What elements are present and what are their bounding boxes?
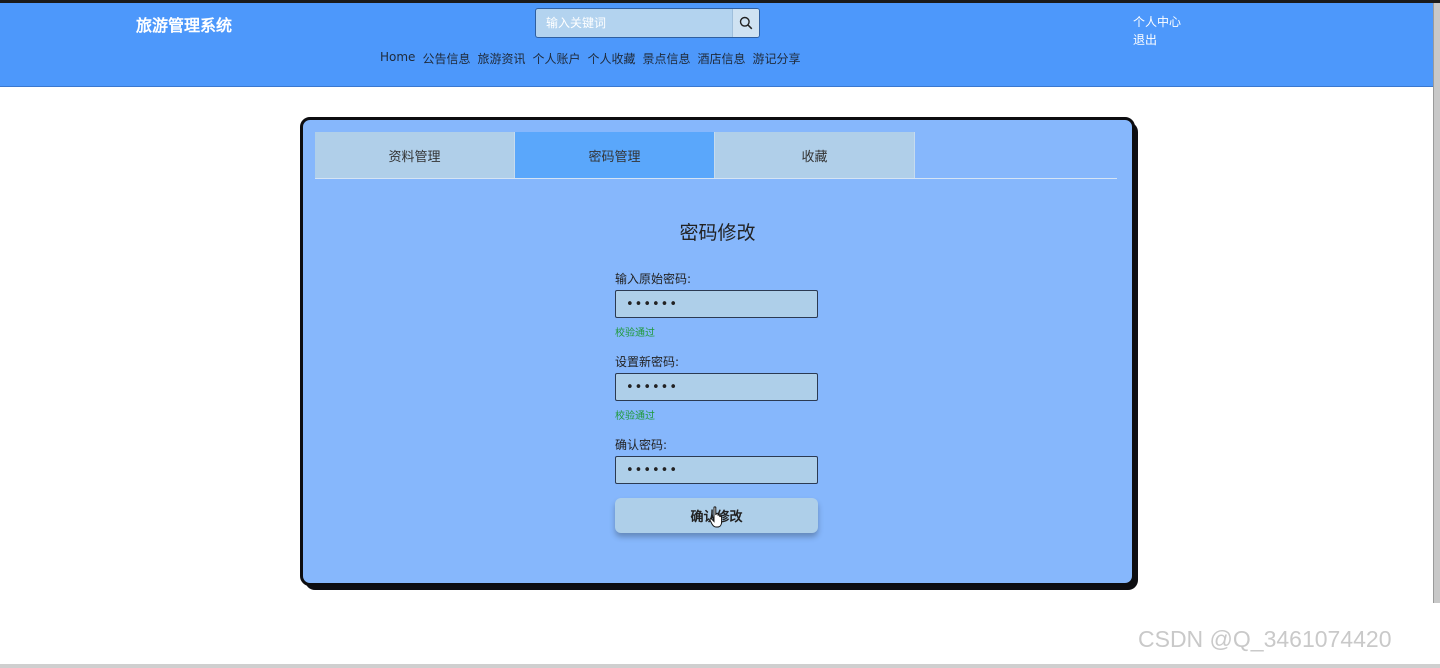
- search-box: [535, 8, 760, 38]
- nav-hotels[interactable]: 酒店信息: [698, 50, 746, 67]
- site-brand[interactable]: 旅游管理系统: [136, 12, 232, 36]
- nav-home[interactable]: Home: [380, 50, 415, 67]
- tab-password[interactable]: 密码管理: [515, 132, 715, 178]
- tab-favorites[interactable]: 收藏: [715, 132, 915, 178]
- old-password-label: 输入原始密码:: [615, 272, 692, 286]
- hand-cursor-icon: [709, 506, 723, 528]
- user-center-link[interactable]: 个人中心: [1133, 13, 1181, 31]
- watermark: CSDN @Q_3461074420: [1138, 626, 1392, 652]
- user-links: 个人中心 退出: [1133, 13, 1181, 49]
- site-header: 旅游管理系统 Home 公告信息 旅游资讯 个人账户 个人收藏 景点信息 酒店信…: [0, 3, 1434, 87]
- nav-travel-news[interactable]: 旅游资讯: [477, 50, 525, 67]
- new-password-status: 校验通过: [615, 411, 655, 422]
- nav-attractions[interactable]: 景点信息: [643, 50, 691, 67]
- search-icon: [739, 16, 753, 30]
- confirm-password-label: 确认密码:: [615, 438, 668, 452]
- window-bottom-border: [0, 664, 1440, 668]
- page-scrollbar[interactable]: [1433, 3, 1440, 603]
- nav-personal-account[interactable]: 个人账户: [532, 50, 580, 67]
- old-password-field[interactable]: [615, 290, 818, 318]
- search-button[interactable]: [732, 9, 759, 37]
- form-title: 密码修改: [679, 222, 756, 244]
- confirm-password-field[interactable]: [615, 456, 818, 484]
- account-tabs: 资料管理 密码管理 收藏: [315, 132, 1117, 179]
- nav-announcements[interactable]: 公告信息: [422, 50, 470, 67]
- main-nav: Home 公告信息 旅游资讯 个人账户 个人收藏 景点信息 酒店信息 游记分享: [380, 50, 801, 67]
- new-password-field[interactable]: [615, 373, 818, 401]
- search-input[interactable]: [536, 9, 726, 37]
- old-password-status: 校验通过: [615, 328, 655, 339]
- tab-profile[interactable]: 资料管理: [315, 132, 515, 178]
- new-password-label: 设置新密码:: [615, 355, 680, 369]
- nav-travel-notes[interactable]: 游记分享: [753, 50, 801, 67]
- logout-link[interactable]: 退出: [1133, 31, 1181, 49]
- nav-favorites[interactable]: 个人收藏: [587, 50, 635, 67]
